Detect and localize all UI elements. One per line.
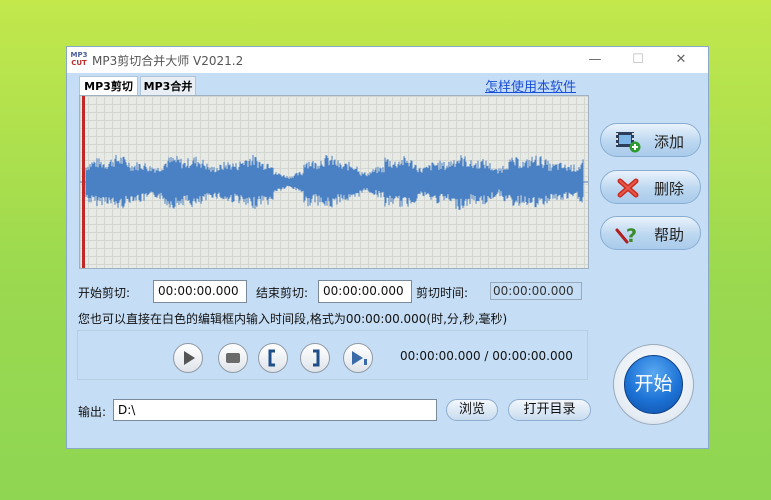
delete-button[interactable]: 删除 xyxy=(600,170,701,204)
cut-duration-value: 00:00:00.000 xyxy=(490,282,582,300)
output-path-input[interactable]: D:\ xyxy=(113,399,437,421)
close-icon[interactable]: ✕ xyxy=(666,51,696,69)
delete-button-label: 删除 xyxy=(654,180,685,198)
end-cut-label: 结束剪切: xyxy=(256,286,309,300)
play-icon xyxy=(184,351,195,365)
maximize-icon[interactable]: ☐ xyxy=(623,51,653,69)
output-label: 输出: xyxy=(78,405,107,419)
film-add-icon xyxy=(616,132,641,153)
bracket-open-icon xyxy=(268,349,275,367)
playhead-cursor[interactable] xyxy=(82,96,85,268)
delete-x-icon xyxy=(617,178,639,198)
set-end-button[interactable] xyxy=(300,343,330,373)
add-button[interactable]: 添加 xyxy=(600,123,701,157)
play-selection-button[interactable] xyxy=(343,343,373,373)
add-button-label: 添加 xyxy=(654,133,685,151)
start-button[interactable]: 开始 xyxy=(624,355,683,414)
svg-text:?: ? xyxy=(626,225,637,246)
help-button-label: 帮助 xyxy=(654,226,685,244)
help-button[interactable]: ? 帮助 xyxy=(600,216,701,250)
end-cut-input[interactable]: 00:00:00.000 xyxy=(318,280,412,303)
cut-duration-label: 剪切时间: xyxy=(416,286,469,300)
bracket-close-icon xyxy=(313,349,320,367)
stop-icon xyxy=(226,353,240,363)
play-selection-icon xyxy=(352,351,367,365)
waveform-graphic xyxy=(80,154,588,210)
waveform-view[interactable] xyxy=(79,95,589,269)
open-directory-button[interactable]: 打开目录 xyxy=(508,399,591,421)
app-logo-icon: MP3 CUT xyxy=(70,51,88,67)
tab-mp3-cut[interactable]: MP3剪切 xyxy=(79,76,138,96)
playback-timecode: 00:00:00.000 / 00:00:00.000 xyxy=(400,349,573,363)
play-button[interactable] xyxy=(173,343,203,373)
title-bar[interactable]: MP3 CUT MP3剪切合并大师 V2021.2 — ☐ ✕ xyxy=(67,47,708,73)
minimize-icon[interactable]: — xyxy=(580,51,610,69)
stop-button[interactable] xyxy=(218,343,248,373)
app-window: MP3 CUT MP3剪切合并大师 V2021.2 — ☐ ✕ MP3剪切 MP… xyxy=(66,46,709,449)
start-cut-label: 开始剪切: xyxy=(78,286,131,300)
tab-mp3-merge[interactable]: MP3合并 xyxy=(140,76,196,96)
browse-button[interactable]: 浏览 xyxy=(446,399,498,421)
help-link[interactable]: 怎样使用本软件 xyxy=(485,76,576,95)
window-title: MP3剪切合并大师 V2021.2 xyxy=(92,54,244,68)
help-question-icon: ? xyxy=(615,225,637,246)
set-start-button[interactable] xyxy=(258,343,288,373)
start-button-ring: 开始 xyxy=(613,344,694,425)
format-hint: 您也可以直接在白色的编辑框内输入时间段,格式为00:00:00.000(时,分,… xyxy=(78,312,508,326)
start-cut-input[interactable]: 00:00:00.000 xyxy=(153,280,247,303)
